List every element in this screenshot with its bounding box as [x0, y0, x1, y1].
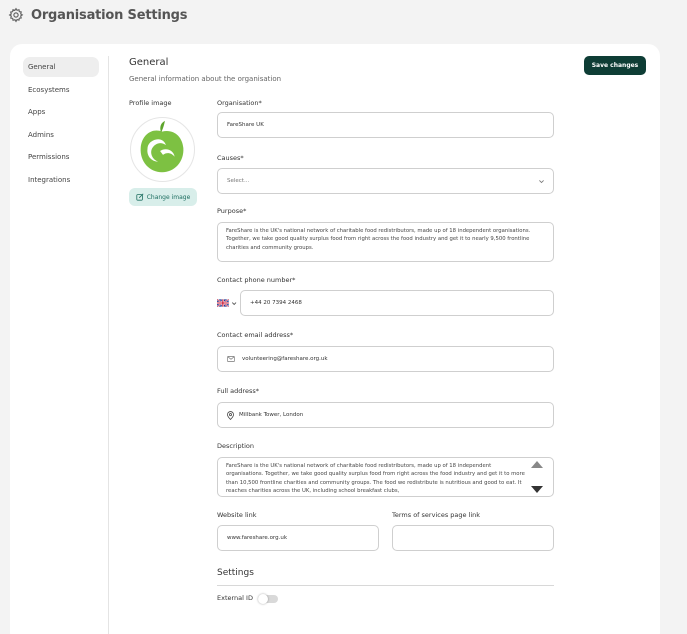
- causes-select[interactable]: Select...: [217, 168, 554, 194]
- toggle-knob: [258, 594, 268, 604]
- phone-label: Contact phone number*: [217, 276, 296, 284]
- gear-icon: [8, 7, 24, 23]
- sidebar-item-integrations[interactable]: Integrations: [23, 170, 99, 190]
- uk-flag-icon: [217, 299, 229, 307]
- causes-label: Causes*: [217, 154, 244, 162]
- address-label: Full address*: [217, 387, 259, 395]
- email-input[interactable]: volunteering@fareshare.org.uk: [217, 346, 554, 372]
- description-scroll: [530, 459, 548, 495]
- country-selector[interactable]: [217, 298, 237, 308]
- organisation-input[interactable]: FareShare UK: [217, 112, 554, 138]
- sidebar-item-apps[interactable]: Apps: [23, 102, 99, 122]
- profile-image-label: Profile image: [129, 99, 172, 107]
- scroll-up-icon[interactable]: [530, 459, 544, 469]
- sidebar-divider: [108, 56, 109, 634]
- external-id-toggle[interactable]: [258, 594, 278, 604]
- edit-icon: [136, 193, 144, 201]
- email-value: volunteering@fareshare.org.uk: [242, 356, 328, 362]
- address-value: Millbank Tower, London: [239, 412, 304, 418]
- section-title: General: [129, 57, 169, 68]
- section-subtitle: General information about the organisati…: [129, 75, 282, 83]
- website-input[interactable]: www.fareshare.org.uk: [217, 525, 379, 551]
- chevron-down-icon: [231, 301, 237, 305]
- website-value: www.fareshare.org.uk: [227, 535, 288, 541]
- address-input[interactable]: Millbank Tower, London: [217, 402, 554, 428]
- sidebar-item-admins[interactable]: Admins: [23, 125, 99, 145]
- settings-card: General Ecosystems Apps Admins Permissio…: [10, 44, 660, 634]
- sidebar-item-ecosystems[interactable]: Ecosystems: [23, 80, 99, 100]
- sidebar-item-general[interactable]: General: [23, 57, 99, 77]
- purpose-label: Purpose*: [217, 207, 247, 215]
- phone-value: +44 20 7394 2468: [250, 300, 302, 306]
- terms-input[interactable]: [392, 525, 554, 551]
- change-image-button[interactable]: Change image: [129, 188, 197, 206]
- save-button[interactable]: Save changes: [584, 56, 646, 75]
- location-pin-icon: [227, 410, 234, 420]
- phone-input[interactable]: +44 20 7394 2468: [240, 290, 554, 316]
- settings-divider: [217, 585, 554, 586]
- organisation-logo: [140, 120, 184, 173]
- terms-label: Terms of services page link: [392, 511, 481, 519]
- organisation-label: Organisation*: [217, 99, 262, 107]
- mail-icon: [227, 356, 235, 362]
- scroll-down-icon[interactable]: [530, 485, 544, 495]
- avatar: [130, 117, 195, 182]
- description-textarea[interactable]: FareShare is the UK's national network o…: [217, 457, 554, 497]
- sidebar-item-permissions[interactable]: Permissions: [23, 147, 99, 167]
- sidebar: General Ecosystems Apps Admins Permissio…: [23, 57, 99, 193]
- website-label: Website link: [217, 511, 257, 519]
- organisation-value: FareShare UK: [227, 122, 264, 128]
- settings-title: Settings: [217, 568, 254, 578]
- external-id-label: External ID: [217, 594, 253, 602]
- purpose-textarea[interactable]: FareShare is the UK's national network o…: [217, 222, 554, 262]
- page-title: Organisation Settings: [31, 7, 188, 23]
- page-header: Organisation Settings: [8, 7, 188, 23]
- causes-placeholder: Select...: [227, 178, 250, 184]
- change-image-label: Change image: [146, 193, 191, 201]
- description-label: Description: [217, 442, 255, 450]
- email-label: Contact email address*: [217, 331, 294, 339]
- chevron-down-icon: [539, 180, 544, 184]
